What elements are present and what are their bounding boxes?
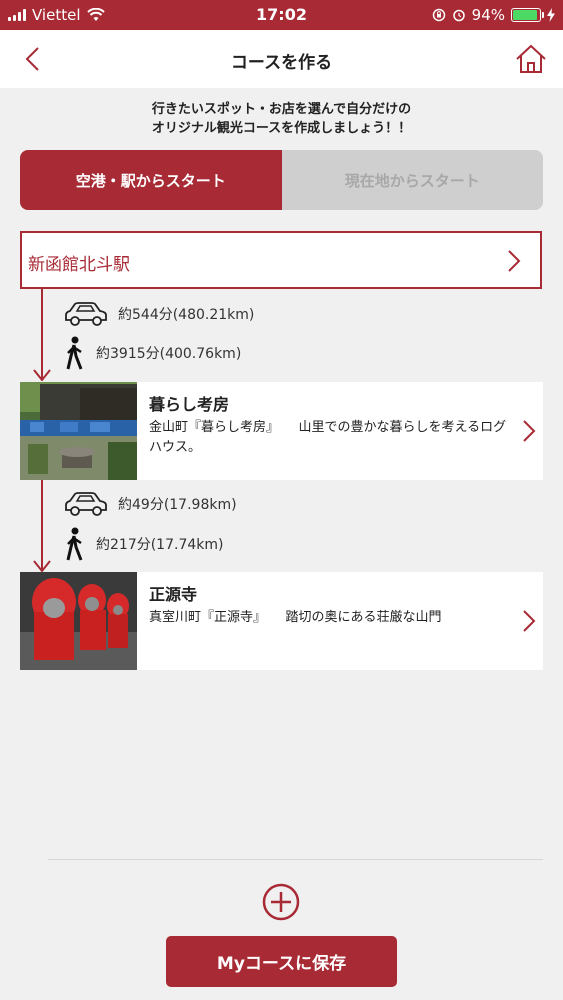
nav-bar: コースを作る <box>0 30 563 88</box>
battery-percent: 94% <box>471 6 505 24</box>
start-point-selector[interactable]: 新函館北斗駅 <box>20 231 542 289</box>
battery-icon <box>511 8 544 22</box>
intro-text: 行きたいスポット・お店を選んで自分だけの オリジナル観光コースを作成しましょう！… <box>0 100 563 138</box>
chevron-right-icon <box>523 610 536 632</box>
arrow-down-icon <box>33 369 51 381</box>
spot-card-1[interactable]: 暮らし考房 金山町『暮らし考房』 山里での豊かな暮らしを考えるログハウス。 <box>20 382 543 480</box>
save-my-course-button[interactable]: Myコースに保存 <box>166 936 397 987</box>
status-right: 94% <box>432 6 555 24</box>
spot-1-title: 暮らし考房 <box>149 395 230 414</box>
car-time-distance: 約544分(480.21km) <box>118 307 255 323</box>
car-time-distance: 約49分(17.98km) <box>118 497 237 513</box>
status-bar: Viettel 17:02 94% <box>0 0 563 30</box>
spot-card-2[interactable]: 正源寺 真室川町『正源寺』 踏切の奥にある荘厳な山門 <box>20 572 543 670</box>
spot-1-photo <box>20 382 137 480</box>
start-point-label: 新函館北斗駅 <box>28 255 130 275</box>
tab-current-location-start[interactable]: 現在地からスタート <box>281 150 543 210</box>
route-connector <box>41 289 43 379</box>
intro-line-1: 行きたいスポット・お店を選んで自分だけの <box>151 102 412 117</box>
walk-route-1: 約3915分(400.76km) <box>64 336 241 370</box>
spot-2-description: 真室川町『正源寺』 踏切の奥にある荘厳な山門 <box>149 610 442 625</box>
route-connector <box>41 480 43 570</box>
chevron-right-icon <box>508 250 521 272</box>
spot-2-title: 正源寺 <box>149 585 198 604</box>
walk-time-distance: 約217分(17.74km) <box>96 537 224 553</box>
charging-icon <box>547 8 555 22</box>
walk-route-2: 約217分(17.74km) <box>64 527 223 561</box>
tab-airport-station-start[interactable]: 空港・駅からスタート <box>20 150 282 210</box>
spot-2-photo <box>20 572 137 670</box>
spot-1-description: 金山町『暮らし考房』 山里での豊かな暮らしを考えるログハウス。 <box>149 420 507 455</box>
add-spot-button[interactable] <box>262 883 300 921</box>
alarm-icon <box>452 9 465 22</box>
arrow-down-icon <box>33 560 51 572</box>
intro-line-2: オリジナル観光コースを作成しましょう！！ <box>151 121 412 136</box>
chevron-right-icon <box>523 420 536 442</box>
divider <box>48 859 543 860</box>
car-route-2: 約49分(17.98km) <box>64 490 237 518</box>
home-icon[interactable] <box>513 42 549 76</box>
car-icon <box>65 492 107 516</box>
walking-icon <box>66 336 83 370</box>
orientation-lock-icon <box>432 8 445 22</box>
walk-time-distance: 約3915分(400.76km) <box>96 346 242 362</box>
car-route-1: 約544分(480.21km) <box>64 300 254 328</box>
car-icon <box>65 302 107 326</box>
start-mode-tabs: 空港・駅からスタート 現在地からスタート <box>20 150 543 210</box>
walking-icon <box>66 527 83 561</box>
page-title: コースを作る <box>230 53 333 73</box>
